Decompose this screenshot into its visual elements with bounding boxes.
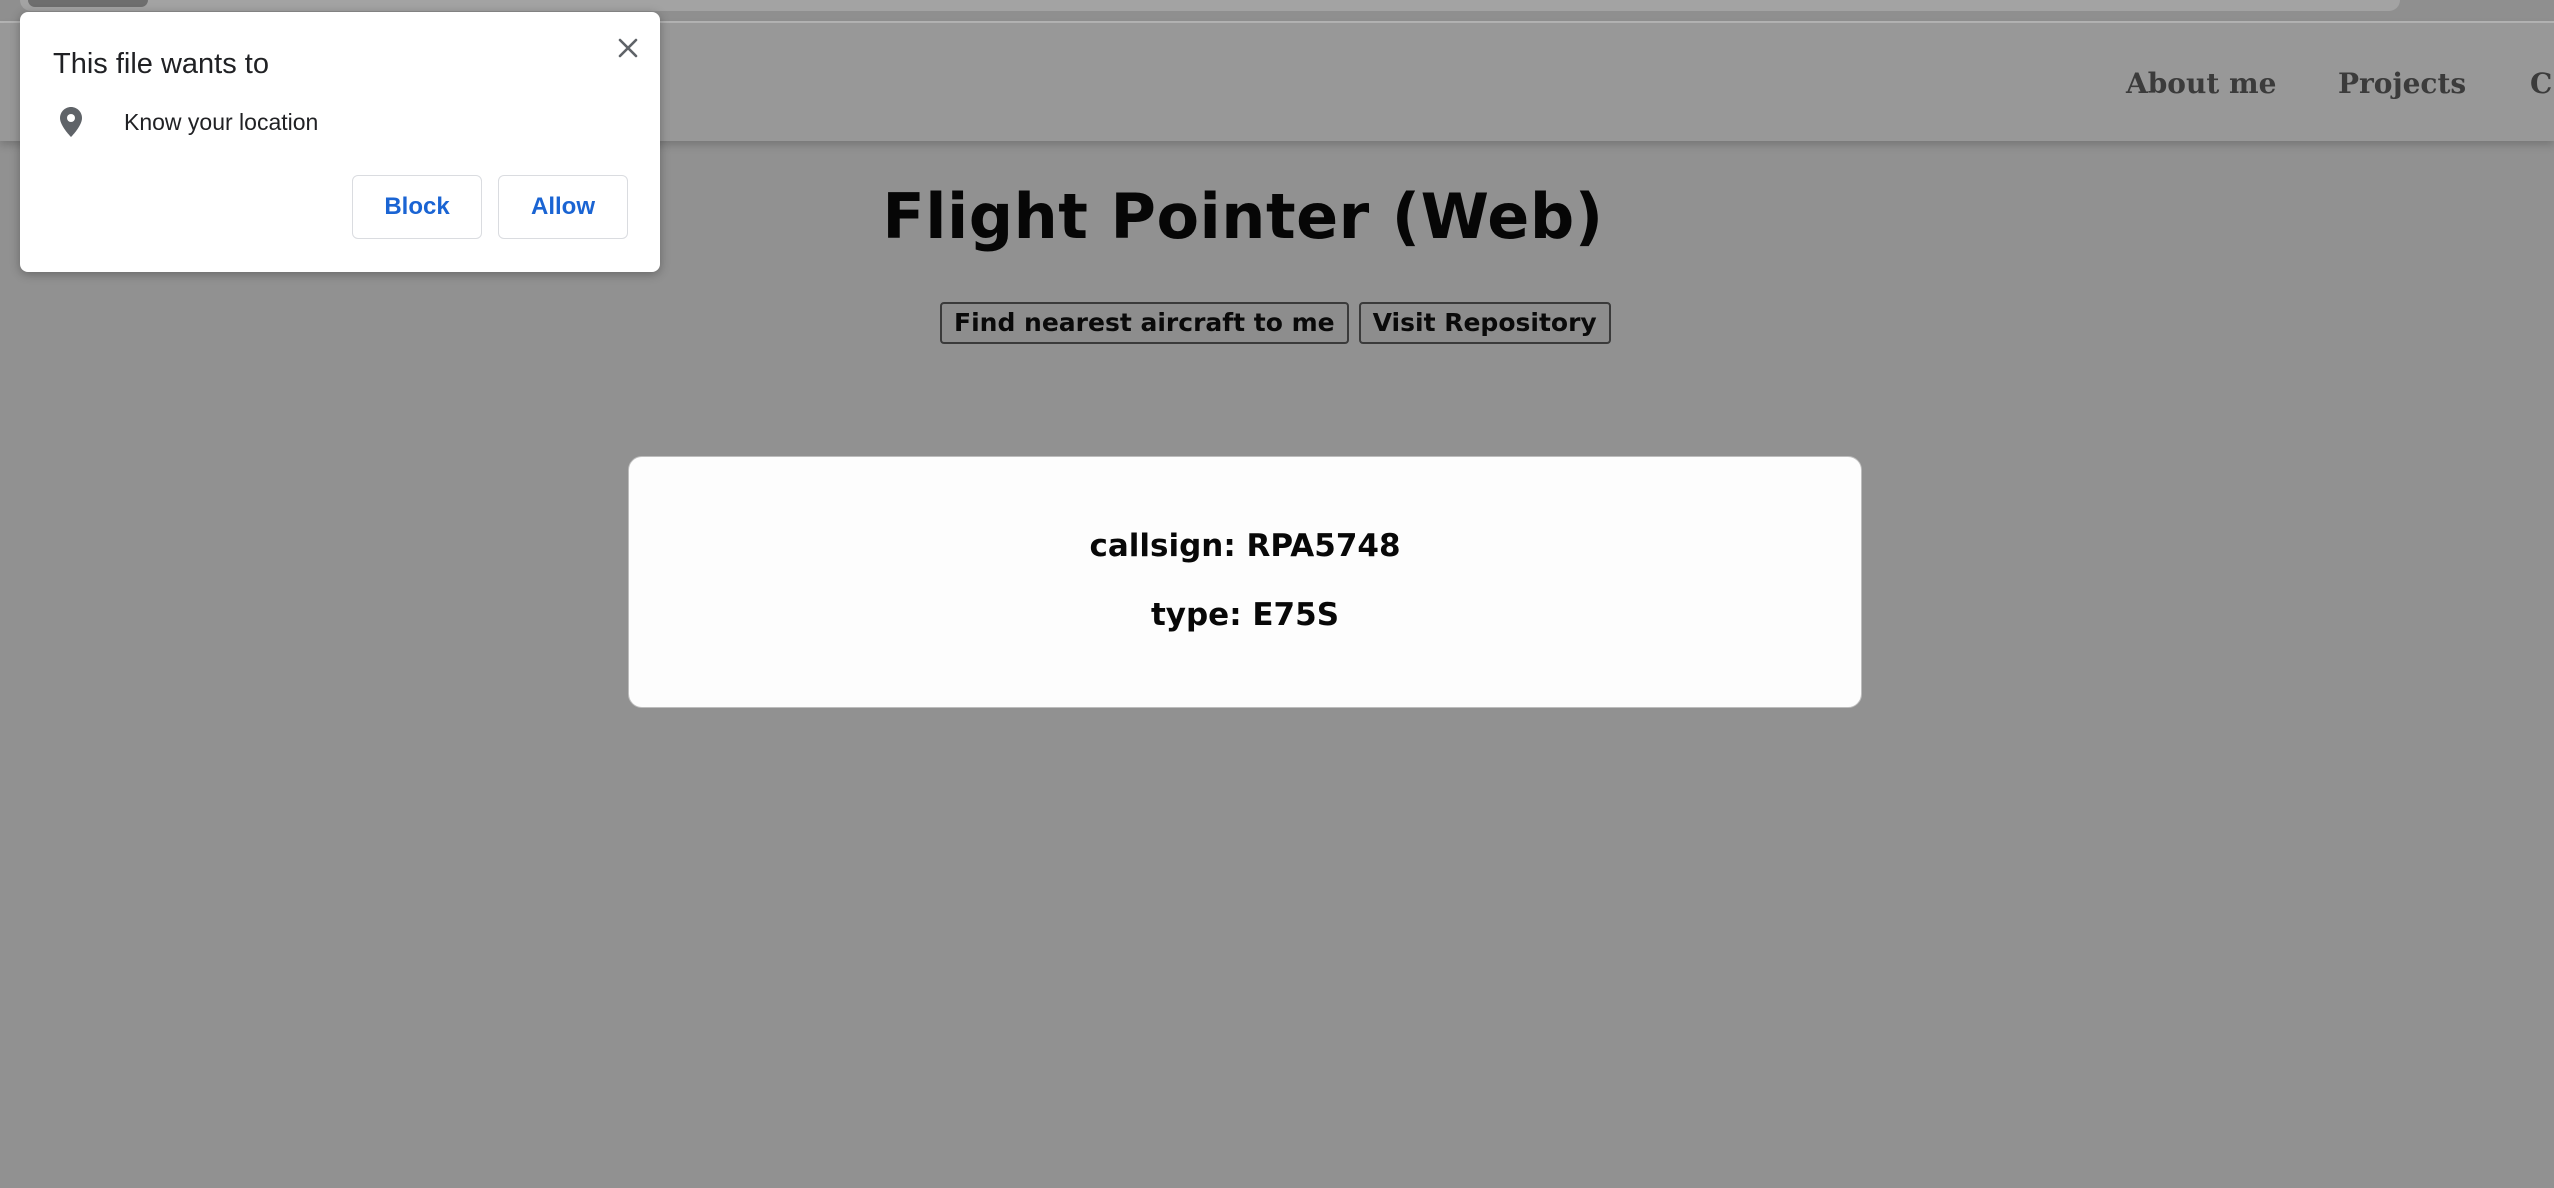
nav-link-contact[interactable]: C [2530, 67, 2552, 100]
popup-title: This file wants to [53, 48, 269, 80]
close-icon[interactable] [610, 30, 646, 66]
find-nearest-aircraft-button[interactable]: Find nearest aircraft to me [940, 302, 1349, 344]
location-permission-popup: This file wants to Know your location Bl… [20, 12, 660, 272]
close-icon-glyph [618, 38, 638, 58]
action-buttons: Find nearest aircraft to me Visit Reposi… [940, 302, 1611, 344]
nav-link-about-me[interactable]: About me [2126, 67, 2276, 100]
page: About me Projects C Flight Pointer (Web)… [0, 0, 2554, 1188]
aircraft-type-text: type: E75S [1150, 597, 1340, 633]
browser-tab[interactable] [28, 0, 148, 7]
block-button[interactable]: Block [352, 175, 482, 239]
permission-row: Know your location [56, 104, 318, 140]
allow-button[interactable]: Allow [498, 175, 628, 239]
address-bar[interactable] [20, 0, 2400, 11]
nav-link-projects[interactable]: Projects [2338, 67, 2466, 100]
permission-text: Know your location [124, 108, 319, 135]
callsign-text: callsign: RPA5748 [1089, 528, 1401, 564]
location-pin-icon [56, 104, 86, 140]
visit-repository-button[interactable]: Visit Repository [1358, 302, 1611, 344]
aircraft-info-card: callsign: RPA5748 type: E75S [628, 456, 1862, 708]
